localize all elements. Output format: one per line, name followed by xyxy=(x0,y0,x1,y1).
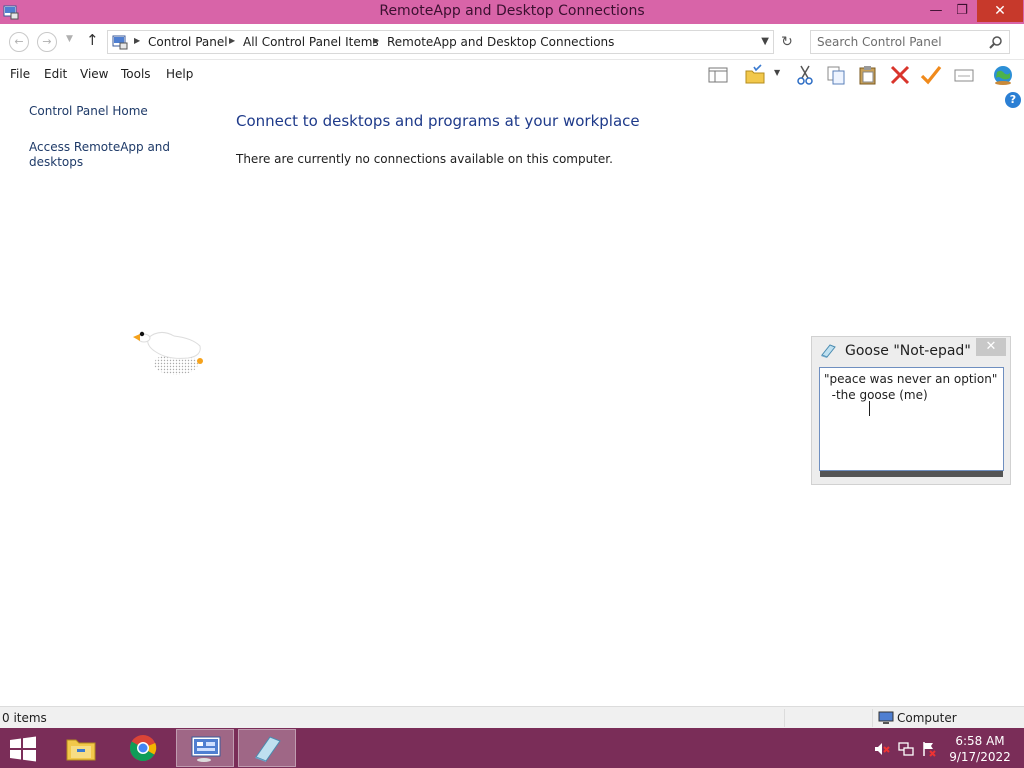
search-box[interactable] xyxy=(810,30,1010,54)
sidebar-link-access-remoteapp[interactable]: Access RemoteApp and desktops xyxy=(29,140,179,170)
pane-button[interactable] xyxy=(705,63,731,87)
clock-time: 6:58 AM xyxy=(955,734,1005,748)
forward-button[interactable]: → xyxy=(37,32,57,52)
breadcrumb-separator-icon[interactable]: ▶ xyxy=(373,36,379,45)
status-divider xyxy=(872,709,873,727)
checkmark-icon xyxy=(920,66,942,85)
taskbar-file-explorer[interactable] xyxy=(52,729,110,767)
cut-button[interactable] xyxy=(792,63,818,87)
delete-icon xyxy=(890,65,910,85)
menu-file[interactable]: File xyxy=(10,67,30,81)
refresh-button[interactable]: ↻ xyxy=(776,30,798,54)
taskbar-chrome[interactable] xyxy=(114,729,172,767)
properties-icon xyxy=(954,69,974,82)
sidebar-link-control-panel-home[interactable]: Control Panel Home xyxy=(29,104,148,119)
menu-help[interactable]: Help xyxy=(166,67,193,81)
copy-button[interactable] xyxy=(823,63,849,87)
notepad-text-area[interactable]: "peace was never an option" -the goose (… xyxy=(819,367,1004,471)
goose-notepad-window: Goose "Not-epad" ✕ "peace was never an o… xyxy=(811,336,1011,485)
folder-properties-button[interactable] xyxy=(742,63,768,87)
properties-button[interactable] xyxy=(951,63,977,87)
help-icon[interactable]: ? xyxy=(1005,92,1021,108)
globe-icon xyxy=(994,66,1012,85)
menu-edit[interactable]: Edit xyxy=(44,67,67,81)
chevron-down-icon: ▼ xyxy=(774,68,781,77)
address-dropdown-icon[interactable]: ▼ xyxy=(761,36,769,47)
close-button[interactable]: ✕ xyxy=(977,0,1023,22)
taskbar-notepad[interactable] xyxy=(238,729,296,767)
up-arrow-icon: ↑ xyxy=(86,31,99,49)
goose-icon[interactable] xyxy=(130,326,206,378)
clock-date: 9/17/2022 xyxy=(949,750,1011,764)
back-arrow-icon: ← xyxy=(14,35,24,48)
cut-icon xyxy=(797,65,813,85)
system-clock[interactable]: 6:58 AM 9/17/2022 xyxy=(947,733,1013,765)
action-center-flag-icon[interactable] xyxy=(921,741,937,757)
back-button[interactable]: ← xyxy=(9,32,29,52)
chrome-icon xyxy=(129,735,157,762)
up-button[interactable]: ↑ xyxy=(86,31,99,49)
notepad-close-button[interactable]: ✕ xyxy=(976,338,1006,356)
search-input[interactable] xyxy=(817,34,982,50)
forward-arrow-icon: → xyxy=(42,35,52,48)
menu-bar: File Edit View Tools Help ▼ xyxy=(0,60,1024,90)
control-panel-icon xyxy=(191,736,221,762)
search-icon[interactable] xyxy=(989,35,1003,49)
text-caret xyxy=(869,401,870,416)
restore-button[interactable]: ❐ xyxy=(947,0,977,22)
notepad-icon xyxy=(821,344,836,358)
breadcrumb-separator-icon[interactable]: ▶ xyxy=(229,36,235,45)
taskbar: 6:58 AM 9/17/2022 xyxy=(0,728,1024,768)
window-title: RemoteApp and Desktop Connections xyxy=(379,3,645,19)
title-bar: RemoteApp and Desktop Connections — ❐ ✕ xyxy=(0,0,1024,24)
copy-icon xyxy=(827,66,845,85)
file-explorer-icon xyxy=(66,739,96,761)
recent-locations-button[interactable]: ▼ xyxy=(66,34,73,44)
check-button[interactable] xyxy=(918,63,944,87)
breadcrumb-remoteapp[interactable]: RemoteApp and Desktop Connections xyxy=(387,35,614,49)
refresh-icon: ↻ xyxy=(781,34,793,50)
notepad-icon xyxy=(255,736,281,762)
taskbar-control-panel[interactable] xyxy=(176,729,234,767)
address-bar[interactable]: ▶ Control Panel ▶ All Control Panel Item… xyxy=(107,30,774,54)
windows-start-icon[interactable] xyxy=(8,736,38,762)
status-zone: Computer xyxy=(897,711,957,725)
pane-icon xyxy=(708,67,728,83)
network-icon[interactable] xyxy=(898,741,914,757)
computer-icon xyxy=(878,711,894,724)
breadcrumb-separator-icon[interactable]: ▶ xyxy=(134,36,140,45)
volume-muted-icon[interactable] xyxy=(874,741,890,757)
status-bar: 0 items Computer xyxy=(0,706,1024,728)
globe-button[interactable] xyxy=(990,63,1016,87)
item-count: 0 items xyxy=(2,711,47,725)
folder-properties-icon xyxy=(745,64,765,84)
empty-state-message: There are currently no connections avail… xyxy=(236,152,613,166)
notepad-scrollbar[interactable] xyxy=(820,471,1003,477)
page-heading: Connect to desktops and programs at your… xyxy=(236,112,640,130)
folder-dropdown-button[interactable]: ▼ xyxy=(770,63,784,87)
menu-view[interactable]: View xyxy=(80,67,108,81)
address-row: ← → ▼ ↑ ▶ Control Panel ▶ All Control Pa… xyxy=(0,24,1024,60)
delete-button[interactable] xyxy=(887,63,913,87)
paste-button[interactable] xyxy=(855,63,881,87)
paste-icon xyxy=(859,66,876,85)
status-divider xyxy=(784,709,785,727)
breadcrumb-control-panel[interactable]: Control Panel xyxy=(148,35,228,49)
menu-tools[interactable]: Tools xyxy=(121,67,151,81)
notepad-title: Goose "Not-epad" xyxy=(845,343,971,359)
breadcrumb-all-items[interactable]: All Control Panel Items xyxy=(243,35,379,49)
control-panel-icon xyxy=(112,35,128,50)
